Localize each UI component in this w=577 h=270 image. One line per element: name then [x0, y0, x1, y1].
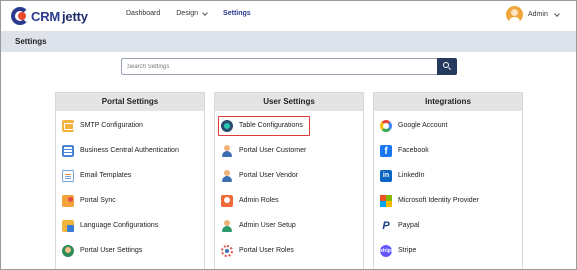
language-icon: [62, 219, 74, 232]
linkedin-link[interactable]: in LinkedIn: [374, 163, 522, 188]
search-icon-handle: [447, 67, 452, 71]
chevron-down-icon: [202, 9, 208, 16]
portal-user-vendor-label: Portal User Vendor: [239, 172, 299, 179]
paypal-link[interactable]: P Paypal: [374, 213, 522, 238]
user-setup-icon: [221, 219, 233, 232]
facebook-link[interactable]: f Facebook: [374, 138, 522, 163]
portal-roles-icon: [221, 244, 233, 257]
integrations-card: Integrations Google Account f Facebook i…: [373, 92, 523, 269]
chevron-down-icon: [554, 10, 560, 17]
portal-user-roles-link[interactable]: Portal User Roles: [215, 238, 363, 263]
portal-user-vendor-link[interactable]: Portal User Vendor: [215, 163, 363, 188]
facebook-label: Facebook: [398, 147, 429, 154]
search-bar: [121, 58, 457, 75]
top-navigation: CRM jetty Dashboard Design Settings Admin: [1, 1, 576, 31]
language-configurations-label: Language Configurations: [80, 222, 159, 229]
person-icon: [221, 144, 233, 157]
app-frame: CRM jetty Dashboard Design Settings Admin: [0, 0, 577, 270]
portal-sync-link[interactable]: Portal Sync: [56, 188, 204, 213]
smtp-configuration-label: SMTP Configuration: [80, 122, 143, 129]
person-icon: [221, 169, 233, 182]
admin-roles-link[interactable]: Admin Roles: [215, 188, 363, 213]
nav-design-label: Design: [176, 10, 199, 17]
portal-user-settings-label: Portal User Settings: [80, 247, 143, 254]
google-account-link[interactable]: Google Account: [374, 113, 522, 138]
email-templates-label: Email Templates: [80, 172, 132, 179]
table-config-icon: [221, 119, 233, 132]
user-settings-icon: [62, 244, 74, 257]
user-settings-header: User Settings: [215, 93, 363, 111]
google-account-label: Google Account: [398, 122, 448, 129]
logo-dot: [18, 12, 26, 20]
business-central-authentication-link[interactable]: Business Central Authentication: [56, 138, 204, 163]
nav-settings-label: Settings: [223, 10, 251, 17]
brand-name: CRM jetty: [31, 9, 88, 24]
email-template-icon: [62, 169, 74, 182]
facebook-icon: f: [380, 144, 392, 157]
search-button[interactable]: [437, 58, 457, 75]
portal-user-customer-link[interactable]: Portal User Customer: [215, 138, 363, 163]
business-central-icon: [62, 144, 74, 157]
avatar-body: [509, 17, 520, 23]
language-configurations-link[interactable]: Language Configurations: [56, 213, 204, 238]
mail-icon: [62, 119, 74, 132]
portal-user-roles-label: Portal User Roles: [239, 247, 294, 254]
nav-design[interactable]: Design: [176, 9, 208, 17]
user-menu[interactable]: Admin: [506, 6, 560, 23]
paypal-label: Paypal: [398, 222, 420, 229]
google-icon: [380, 119, 392, 132]
admin-roles-label: Admin Roles: [239, 197, 279, 204]
table-configurations-label: Table Configurations: [239, 122, 303, 129]
microsoft-identity-provider-label: Microsoft Identity Provider: [398, 197, 479, 204]
smtp-configuration-link[interactable]: SMTP Configuration: [56, 113, 204, 138]
portal-user-settings-link[interactable]: Portal User Settings: [56, 238, 204, 263]
paypal-icon: P: [382, 219, 390, 232]
table-configurations-link[interactable]: Table Configurations: [215, 113, 363, 138]
logo-mark-icon: [11, 7, 29, 25]
portal-user-customer-label: Portal User Customer: [239, 147, 307, 154]
page-title: Settings: [15, 37, 47, 46]
microsoft-icon: [380, 194, 392, 207]
roles-icon: [221, 194, 233, 207]
avatar-head: [511, 9, 518, 16]
main-nav: Dashboard Design Settings: [126, 9, 251, 17]
user-name: Admin: [528, 11, 548, 18]
email-templates-link[interactable]: Email Templates: [56, 163, 204, 188]
avatar: [506, 6, 523, 23]
microsoft-identity-provider-link[interactable]: Microsoft Identity Provider: [374, 188, 522, 213]
business-central-authentication-label: Business Central Authentication: [80, 147, 179, 154]
admin-user-setup-link[interactable]: Admin User Setup: [215, 213, 363, 238]
stripe-link[interactable]: stripe Stripe: [374, 238, 522, 263]
integrations-header: Integrations: [374, 93, 522, 111]
stripe-label: Stripe: [398, 247, 417, 254]
brand-part-2: jetty: [62, 8, 88, 24]
page-title-bar: Settings: [1, 31, 576, 52]
user-settings-card: User Settings Table Configurations Porta…: [214, 92, 364, 269]
crmjetty-logo[interactable]: CRM jetty: [11, 6, 88, 26]
linkedin-label: LinkedIn: [398, 172, 425, 179]
linkedin-icon: in: [380, 169, 392, 182]
sync-icon: [62, 194, 74, 207]
portal-settings-header: Portal Settings: [56, 93, 204, 111]
nav-dashboard-label: Dashboard: [126, 10, 161, 17]
nav-settings[interactable]: Settings: [223, 10, 251, 17]
search-input[interactable]: [121, 58, 437, 75]
portal-sync-label: Portal Sync: [80, 197, 116, 204]
brand-part-1: CRM: [31, 8, 61, 24]
stripe-icon: stripe: [380, 244, 394, 257]
nav-dashboard[interactable]: Dashboard: [126, 10, 160, 17]
admin-user-setup-label: Admin User Setup: [239, 222, 296, 229]
portal-settings-card: Portal Settings SMTP Configuration Busin…: [55, 92, 205, 269]
